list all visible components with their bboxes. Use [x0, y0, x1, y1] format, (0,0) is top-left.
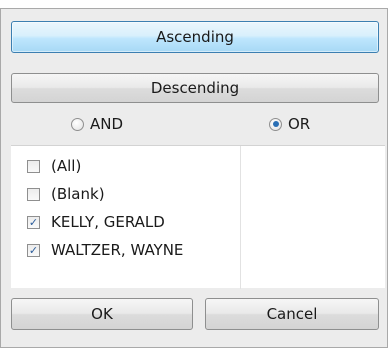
list-item-blank[interactable]: (Blank)	[27, 183, 105, 205]
list-item-all[interactable]: (All)	[27, 155, 81, 177]
or-radio-option[interactable]: OR	[269, 115, 310, 133]
ok-button[interactable]: OK	[11, 298, 193, 330]
list-column-divider	[240, 146, 241, 289]
filter-values-list[interactable]: (All) (Blank) ✓ KELLY, GERALD ✓ WALTZER,…	[11, 145, 385, 289]
or-radio-button[interactable]	[269, 117, 282, 131]
cancel-button[interactable]: Cancel	[205, 298, 379, 330]
checkmark-icon: ✓	[28, 215, 39, 229]
checkbox-waltzer-wayne[interactable]: ✓	[27, 243, 40, 257]
top-strip	[0, 0, 388, 8]
list-item-label: WALTZER, WAYNE	[51, 241, 184, 259]
sort-descending-button[interactable]: Descending	[11, 73, 379, 103]
checkbox-all[interactable]	[27, 159, 40, 173]
list-item-label: (All)	[51, 157, 82, 175]
and-radio-label: AND	[90, 115, 124, 133]
and-radio-button[interactable]	[71, 117, 84, 131]
sort-ascending-button[interactable]: Ascending	[11, 21, 379, 53]
list-item-kelly-gerald[interactable]: ✓ KELLY, GERALD	[27, 211, 165, 233]
list-item-label: (Blank)	[51, 185, 105, 203]
filter-dropdown-panel: Ascending Descending AND OR (All) (Blank…	[0, 8, 388, 348]
or-radio-label: OR	[288, 115, 311, 133]
and-radio-option[interactable]: AND	[71, 115, 123, 133]
checkmark-icon: ✓	[28, 243, 39, 257]
list-item-label: KELLY, GERALD	[51, 213, 165, 231]
checkbox-blank[interactable]	[27, 187, 40, 201]
list-item-waltzer-wayne[interactable]: ✓ WALTZER, WAYNE	[27, 239, 183, 261]
checkbox-kelly-gerald[interactable]: ✓	[27, 215, 40, 229]
